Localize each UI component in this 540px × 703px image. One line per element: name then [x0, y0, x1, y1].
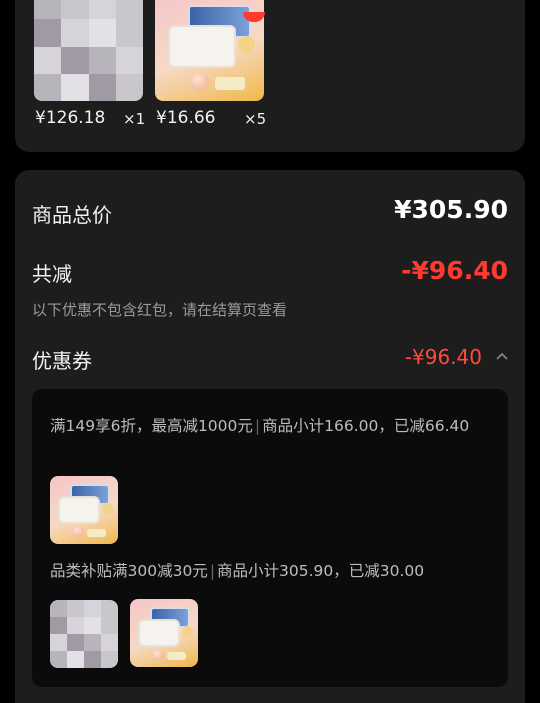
- coupon-subtotal-text: 商品小计305.90，已减30.00: [217, 562, 425, 580]
- coupon-product-thumbnail[interactable]: [50, 476, 118, 544]
- coupon-rule-text: 品类补贴满300减30元: [50, 562, 208, 580]
- coupon-rule-2: 品类补贴满300减30元 | 商品小计305.90，已减30.00: [50, 561, 490, 582]
- blurred-product-image: [34, 0, 143, 101]
- product-price: ¥16.66: [156, 108, 216, 128]
- product-thumbnail-1[interactable]: [34, 0, 143, 101]
- separator: |: [209, 562, 216, 580]
- container-product-image: [50, 476, 118, 544]
- chevron-up-icon[interactable]: [496, 351, 508, 363]
- coupon-product-thumbnail[interactable]: [50, 600, 118, 668]
- container-product-image: [130, 599, 198, 667]
- coupon-label[interactable]: 优惠券: [32, 345, 92, 374]
- coupon-rule-1: 满149享6折，最高减1000元 | 商品小计166.00，已减66.40: [50, 416, 470, 437]
- discount-hint: 以下优惠不包含红包，请在结算页查看: [32, 301, 288, 319]
- coupon-product-thumbnail[interactable]: [130, 599, 198, 667]
- total-price-label: 商品总价: [32, 203, 112, 227]
- coupon-rule-text: 满149享6折，最高减1000元: [50, 417, 253, 435]
- total-reduction-value: -¥96.40: [401, 256, 508, 285]
- product-quantity: ×5: [244, 110, 267, 128]
- total-price-value: ¥305.90: [394, 195, 508, 224]
- blurred-product-image: [50, 600, 118, 668]
- product-quantity: ×1: [123, 110, 146, 128]
- coupon-subtotal-text: 商品小计166.00，已减66.40: [262, 417, 470, 435]
- total-reduction-label: 共减: [32, 262, 72, 286]
- separator: |: [254, 417, 261, 435]
- coupon-value[interactable]: -¥96.40: [405, 345, 482, 369]
- order-summary-page: ¥126.18 ×1 ¥16.66 ×5 商品总价 ¥305.90 共减 -¥9…: [0, 0, 540, 703]
- product-price: ¥126.18: [35, 108, 106, 128]
